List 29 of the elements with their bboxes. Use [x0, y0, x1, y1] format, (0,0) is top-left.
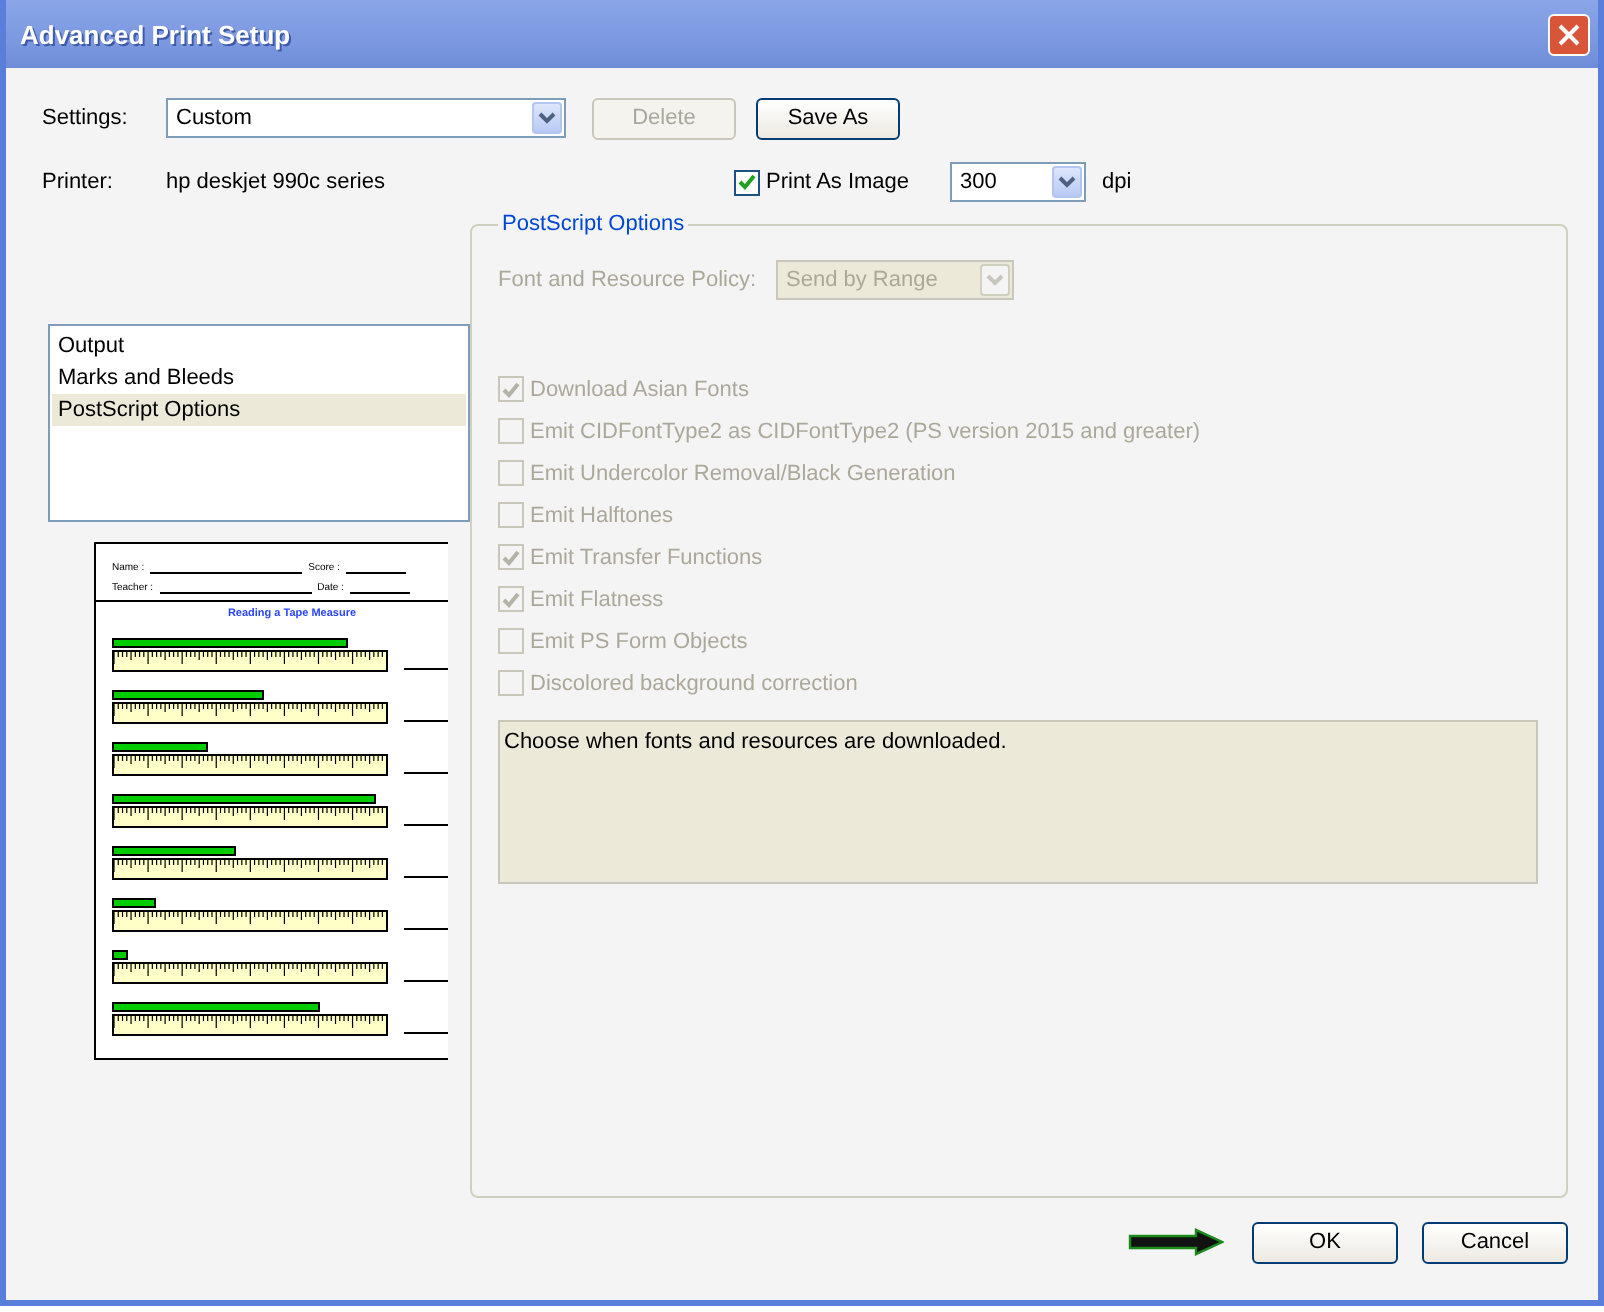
printer-name: hp deskjet 990c series — [166, 170, 387, 194]
close-button[interactable] — [1548, 13, 1590, 55]
dialog-button[interactable]: OK — [1252, 1221, 1398, 1263]
checkbox-label: Download Asian Fonts — [530, 377, 749, 401]
checkbox-label: Print As Image — [766, 170, 910, 194]
close-icon — [1558, 23, 1580, 45]
list-item[interactable]: PostScript Options — [52, 394, 466, 426]
checkbox-label: Emit CIDFontType2 as CIDFontType2 (PS version 2015 and greater) — [530, 419, 1201, 443]
checkbox-label: Emit PS Form Objects — [530, 629, 748, 653]
dialog-button[interactable]: Cancel — [1422, 1221, 1568, 1263]
settings-dropdown[interactable]: Custom — [166, 98, 566, 138]
list-item[interactable]: Marks and Bleeds — [52, 362, 466, 394]
list-item[interactable]: Output — [52, 330, 466, 362]
description-text: Choose when fonts and resources are downloaded. — [498, 720, 1538, 884]
checkbox[interactable] — [734, 169, 760, 195]
group-title: PostScript Options — [500, 212, 687, 236]
checkbox-label: Discolored background correction — [530, 671, 858, 695]
resolution-dropdown[interactable]: 300 — [950, 162, 1086, 202]
arrow-icon — [1128, 1228, 1224, 1256]
checkbox-label: Emit Halftones — [530, 503, 674, 527]
window-title: Advanced Print Setup — [20, 19, 291, 49]
settings-label: Settings: — [42, 106, 130, 130]
checkbox-label: Emit Undercolor Removal/Black Generation — [530, 461, 956, 485]
printer-label: Printer: — [42, 170, 115, 194]
checkbox-label: Emit Transfer Functions — [530, 545, 763, 569]
action-button[interactable]: Save As — [756, 97, 900, 139]
checkbox-label: Emit Flatness — [530, 587, 664, 611]
font-policy-label: Font and Resource Policy: — [498, 268, 757, 292]
unit-label: dpi — [1102, 170, 1132, 194]
